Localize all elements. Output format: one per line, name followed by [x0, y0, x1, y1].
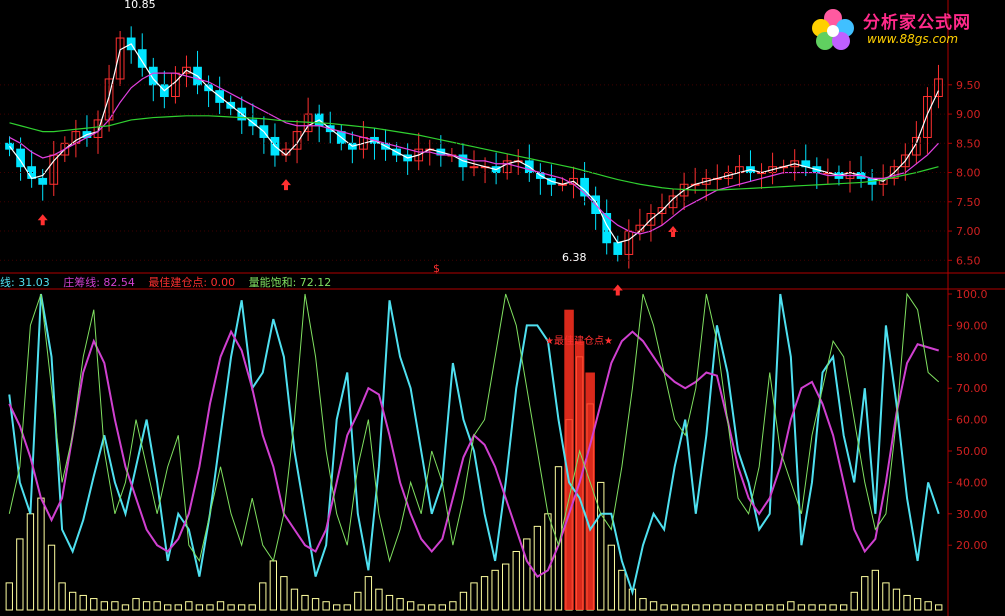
indicator-legend: 线: 31.03 庄筹线: 82.54 最佳建仓点: 0.00 量能饱和: 72…	[0, 276, 341, 290]
price-tick-label: 6.50	[956, 254, 981, 267]
legend-red: 最佳建仓点: 0.00	[148, 276, 236, 289]
legend-green: 量能饱和: 72.12	[248, 276, 332, 289]
osc-tick-label: 50.00	[956, 445, 988, 458]
stock-chart: 9.50 9.00 8.50 8.00 7.50 7.00 6.50 100.0 90.00 8…	[0, 0, 1005, 616]
high-price-label: 10.85	[124, 0, 156, 11]
price-tick-label: 7.00	[956, 225, 981, 238]
osc-tick-label: 40.00	[956, 476, 988, 489]
signal-annotation: ★最佳建仓点★	[545, 334, 613, 347]
logo-brand-text: 分析家公式网	[863, 13, 971, 33]
price-tick-label: 7.50	[956, 196, 981, 209]
chart-background	[0, 0, 1005, 616]
low-price-label: 6.38	[562, 251, 587, 264]
osc-tick-label: 90.00	[956, 319, 988, 332]
flower-logo-icon	[812, 9, 854, 50]
price-tick-label: 9.50	[956, 79, 981, 92]
signal-bar	[574, 341, 585, 610]
site-logo: 分析家公式网 www.88gs.com	[805, 4, 1005, 54]
candle-body	[469, 166, 479, 169]
price-tick-label: 9.00	[956, 108, 981, 121]
price-tick-label: 8.00	[956, 167, 981, 180]
price-tick-label: 8.50	[956, 137, 981, 150]
candle-body	[613, 242, 623, 255]
osc-tick-label: 70.00	[956, 382, 988, 395]
legend-magenta: 庄筹线: 82.54	[63, 276, 135, 289]
osc-tick-label: 20.00	[956, 539, 988, 552]
candle-body	[38, 177, 48, 185]
dollar-marker: $	[433, 262, 440, 275]
logo-url-text: www.88gs.com	[867, 32, 959, 46]
osc-tick-label: 30.00	[956, 508, 988, 521]
osc-tick-label: 80.00	[956, 351, 988, 364]
legend-cyan: 线: 31.03	[0, 276, 50, 289]
osc-tick-label: 60.00	[956, 414, 988, 427]
osc-tick-label: 100.0	[956, 288, 988, 301]
